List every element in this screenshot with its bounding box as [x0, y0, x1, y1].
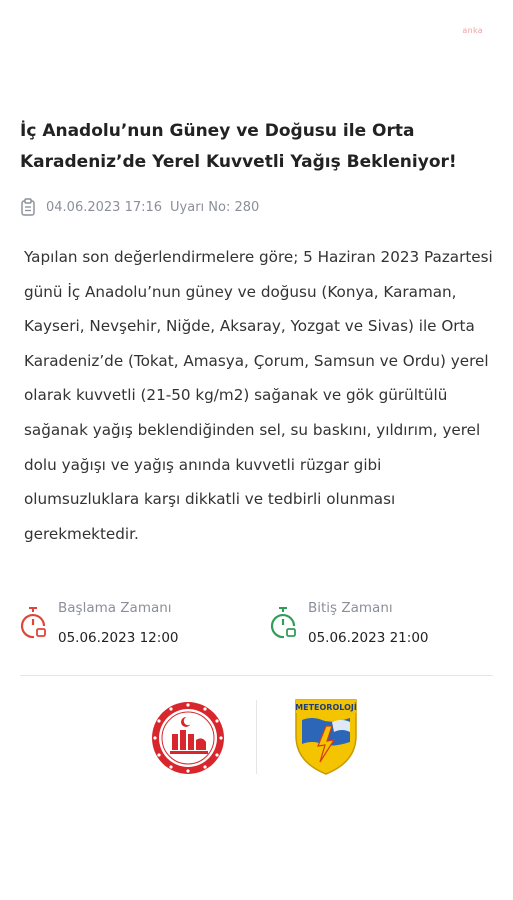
end-time-value: 05.06.2023 21:00 — [308, 630, 429, 646]
start-time-label: Başlama Zamanı — [58, 600, 172, 616]
logos-row: METEOROLOJİ — [0, 699, 513, 780]
warning-datetime: 04.06.2023 17:16 — [46, 199, 163, 215]
logo-separator — [256, 700, 257, 774]
warning-body: Yapılan son değerlendirmelere göre; 5 Ha… — [24, 248, 493, 543]
clipboard-icon — [21, 198, 35, 216]
meteoroloji-logo: METEOROLOJİ — [295, 699, 357, 775]
start-time-value: 05.06.2023 12:00 — [58, 630, 179, 646]
ministry-seal-logo — [152, 702, 224, 774]
meteoroloji-logo-text: METEOROLOJİ — [295, 702, 357, 712]
warning-meta: 04.06.2023 17:16 Uyarı No: 280 — [20, 198, 259, 216]
end-time-block: Bitiş Zamanı 05.06.2023 21:00 — [268, 598, 429, 648]
stopwatch-icon — [270, 607, 296, 639]
warning-number: Uyarı No: 280 — [170, 199, 260, 215]
divider — [20, 675, 493, 676]
end-time-label: Bitiş Zamanı — [308, 600, 393, 616]
start-time-block: Başlama Zamanı 05.06.2023 12:00 — [18, 598, 179, 648]
watermark: anka — [462, 26, 483, 35]
stopwatch-icon — [20, 607, 46, 639]
page-title: İç Anadolu’nun Güney ve Doğusu ile Orta … — [20, 121, 457, 172]
